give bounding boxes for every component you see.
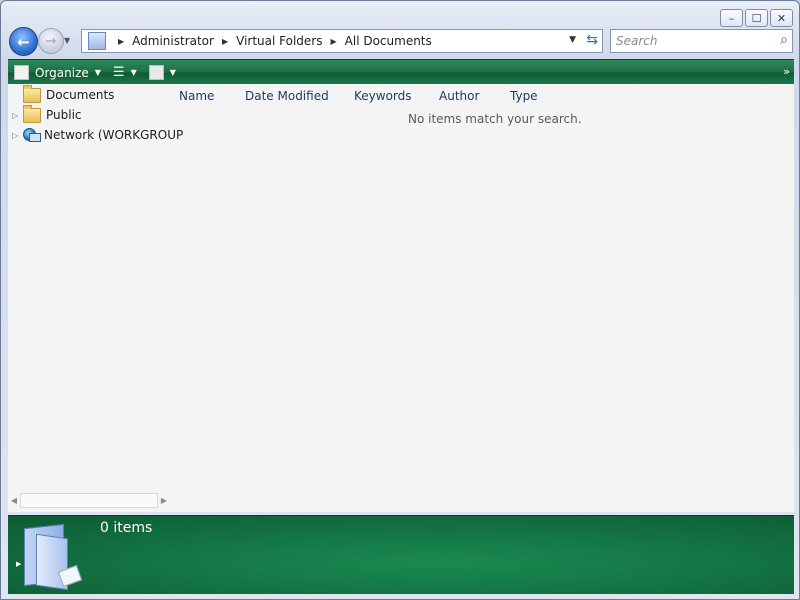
organize-button[interactable]: Organize ▼ — [8, 60, 107, 85]
column-header-name[interactable]: Name — [179, 89, 214, 103]
item-count: 0 items — [100, 520, 153, 536]
chevron-down-icon: ▼ — [130, 68, 137, 77]
maximize-button[interactable]: ☐ — [745, 9, 768, 27]
navigation-bar: ← → ▼ ▶ Administrator ▶ Virtual Folders … — [1, 26, 799, 58]
search-input[interactable]: Search — [616, 34, 658, 48]
close-button[interactable]: ✕ — [770, 9, 793, 27]
tree-item-label: Documents — [46, 88, 115, 102]
scroll-left-icon[interactable]: ◀ — [8, 496, 20, 505]
column-header-type[interactable]: Type — [510, 89, 538, 103]
breadcrumb-administrator[interactable]: Administrator — [132, 34, 214, 48]
tree-item-network[interactable]: ▷ Network (WORKGROUP — [12, 126, 183, 144]
minimize-button[interactable]: – — [720, 9, 743, 27]
forward-button[interactable]: → — [38, 28, 64, 54]
navigation-pane-scrollbar[interactable]: ◀ ▶ — [8, 492, 170, 509]
scroll-right-icon[interactable]: ▶ — [158, 496, 170, 505]
expand-arrow-icon[interactable]: ▷ — [12, 131, 21, 140]
chevron-down-icon: ▼ — [169, 68, 176, 77]
more-commands-button[interactable]: » — [783, 65, 790, 78]
navigation-pane: Documents ▷ Public ▷ Network (WORKGROUP — [8, 84, 183, 494]
caption-buttons: – ☐ ✕ — [720, 9, 793, 27]
folder-icon — [23, 84, 41, 103]
breadcrumb-chevron-icon[interactable]: ▶ — [118, 37, 124, 46]
search-box[interactable]: Search ⌕ — [610, 29, 793, 53]
command-toolbar: Organize ▼ ☰ ▼ ▼ » — [8, 59, 794, 85]
column-header-date-modified[interactable]: Date Modified — [245, 89, 329, 103]
layout-button[interactable]: ▼ — [143, 60, 182, 85]
folder-icon — [23, 104, 41, 123]
chevron-down-icon: ▼ — [94, 68, 101, 77]
tree-item-label: Network (WORKGROUP — [44, 128, 184, 142]
column-header-author[interactable]: Author — [439, 89, 479, 103]
address-bar[interactable]: ▶ Administrator ▶ Virtual Folders ▶ All … — [81, 29, 603, 53]
layout-icon — [148, 65, 164, 80]
search-folder-icon — [18, 522, 83, 591]
organize-label: Organize — [35, 65, 89, 80]
breadcrumb-chevron-icon[interactable]: ▶ — [331, 37, 337, 46]
views-icon: ☰ — [112, 65, 125, 80]
breadcrumb-all-documents[interactable]: All Documents — [345, 34, 432, 48]
expand-arrow-icon[interactable]: ▷ — [12, 111, 21, 120]
breadcrumb-virtual-folders[interactable]: Virtual Folders — [236, 34, 322, 48]
tree-item-label: Public — [46, 108, 82, 122]
back-button[interactable]: ← — [9, 27, 38, 56]
details-pane: ▶ 0 items — [8, 515, 794, 594]
search-icon[interactable]: ⌕ — [780, 32, 788, 48]
explorer-window: – ☐ ✕ ← → ▼ ▶ Administrator ▶ Virtual Fo… — [0, 0, 800, 600]
organize-icon — [14, 65, 29, 80]
column-header-keywords[interactable]: Keywords — [354, 89, 412, 103]
tree-item-public[interactable]: ▷ Public — [12, 104, 82, 124]
empty-results-message: No items match your search. — [408, 112, 582, 126]
recent-pages-dropdown-icon[interactable]: ▼ — [64, 36, 70, 45]
scrollbar-track[interactable] — [20, 493, 158, 508]
refresh-icon[interactable]: ⇆ — [586, 32, 598, 48]
address-dropdown-icon[interactable]: ▼ — [569, 35, 576, 45]
network-icon — [23, 128, 41, 142]
computer-location-icon — [88, 32, 106, 50]
breadcrumb-chevron-icon[interactable]: ▶ — [222, 37, 228, 46]
views-button[interactable]: ☰ ▼ — [107, 60, 143, 85]
content-area: Documents ▷ Public ▷ Network (WORKGROUP … — [8, 84, 794, 512]
tree-item-documents[interactable]: Documents — [12, 84, 115, 104]
